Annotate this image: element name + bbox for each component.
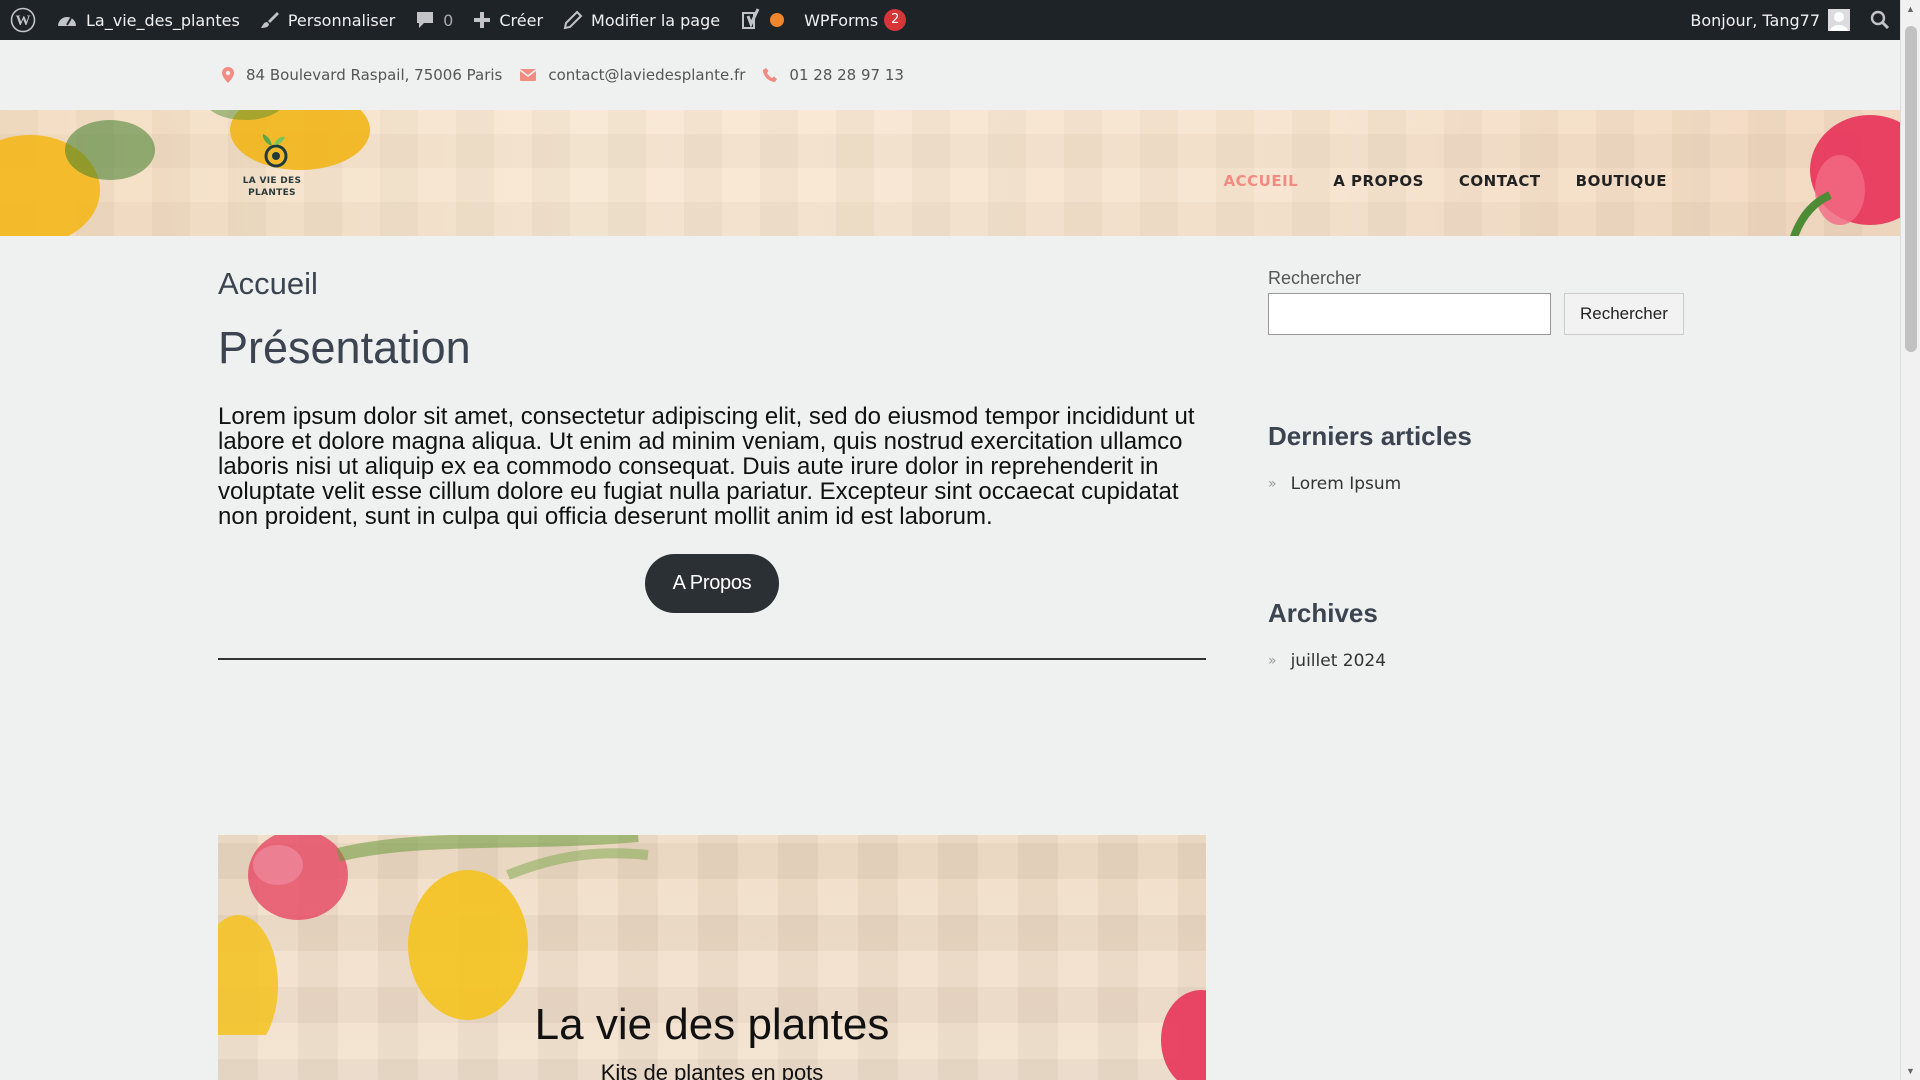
phone-item[interactable]: 01 28 28 97 13 (763, 66, 904, 84)
address-item: 84 Boulevard Raspail, 75006 Paris (222, 66, 502, 84)
pencil-icon (563, 10, 583, 30)
greeting-label: Bonjour, Tang77 (1690, 10, 1820, 30)
brush-icon (260, 10, 280, 30)
edit-page-link[interactable]: Modifier la page (553, 0, 730, 40)
admin-search-button[interactable] (1860, 0, 1900, 40)
envelope-icon (520, 69, 537, 81)
comments-link[interactable]: 0 (405, 0, 463, 40)
sidebar: Rechercher Rechercher Derniers articles … (1268, 268, 1688, 671)
logo-text: LA VIE DES PLANTES (232, 175, 312, 199)
site-name-label: La_vie_des_plantes (86, 10, 240, 30)
map-pin-icon (222, 67, 234, 83)
page-scrollbar[interactable]: ▲ ▼ (1900, 0, 1920, 1080)
recent-post-link[interactable]: Lorem Ipsum (1291, 474, 1402, 494)
recent-posts-title: Derniers articles (1268, 421, 1472, 451)
phone-text: 01 28 28 97 13 (789, 66, 904, 84)
admin-bar: W La_vie_des_plantes Personnaliser 0 Cré… (0, 0, 1900, 40)
nav-boutique[interactable]: BOUTIQUE (1576, 172, 1667, 190)
search-icon (1870, 10, 1890, 30)
yoast-icon (740, 8, 762, 32)
yoast-menu[interactable] (730, 0, 794, 40)
recent-posts-list: » Lorem Ipsum (1268, 474, 1688, 494)
plus-icon (473, 11, 491, 29)
archives-list: » juillet 2024 (1268, 651, 1688, 671)
site-logo[interactable]: LA VIE DES PLANTES (232, 134, 312, 199)
address-text: 84 Boulevard Raspail, 75006 Paris (246, 66, 503, 84)
hero-banner: La vie des plantes Kits de plantes en po… (218, 835, 1206, 1080)
hero-title: La vie des plantes (534, 1000, 890, 1049)
page-title: Accueil (218, 266, 318, 301)
list-item[interactable]: » Lorem Ipsum (1268, 474, 1688, 494)
scroll-down-arrow-icon[interactable]: ▼ (1906, 1066, 1915, 1076)
main-navigation: ACCUEIL A PROPOS CONTACT BOUTIQUE (1189, 172, 1667, 190)
status-dot-icon (770, 13, 785, 27)
email-item[interactable]: contact@laviedesplante.fr (520, 66, 745, 84)
dashboard-icon (56, 11, 78, 29)
comment-icon (415, 10, 435, 30)
search-button[interactable]: Rechercher (1564, 293, 1684, 335)
site-name-menu[interactable]: La_vie_des_plantes (46, 0, 250, 40)
chevron-right-icon: » (1268, 653, 1277, 669)
customize-link[interactable]: Personnaliser (250, 0, 405, 40)
comments-count: 0 (443, 10, 454, 30)
scroll-up-arrow-icon[interactable]: ▲ (1906, 4, 1915, 14)
archives-title: Archives (1268, 598, 1378, 628)
email-text: contact@laviedesplante.fr (548, 66, 746, 84)
search-label: Rechercher (1268, 268, 1362, 288)
presentation-paragraph: Lorem ipsum dolor sit amet, consectetur … (218, 403, 1195, 530)
wpforms-menu[interactable]: WPForms 2 (794, 0, 916, 40)
svg-text:W: W (16, 13, 31, 29)
main-content: Accueil Présentation Lorem ipsum dolor s… (218, 236, 1206, 660)
chevron-right-icon: » (1268, 476, 1277, 492)
scrollbar-thumb[interactable] (1905, 26, 1917, 352)
nav-accueil[interactable]: ACCUEIL (1224, 172, 1299, 190)
tulip-decoration-left (0, 110, 370, 236)
nav-contact[interactable]: CONTACT (1459, 172, 1541, 190)
wordpress-icon: W (10, 7, 36, 33)
wordpress-menu[interactable]: W (0, 0, 46, 40)
sprout-logo-icon (262, 134, 288, 168)
contact-bar: 84 Boulevard Raspail, 75006 Paris contac… (0, 40, 1900, 110)
logo-line-1: LA VIE DES (242, 176, 302, 186)
account-menu[interactable]: Bonjour, Tang77 (1680, 0, 1860, 40)
site-header: LA VIE DES PLANTES ACCUEIL A PROPOS CONT… (0, 110, 1900, 236)
new-label: Créer (499, 10, 544, 30)
section-title: Présentation (218, 322, 471, 373)
logo-line-2: PLANTES (248, 188, 296, 198)
phone-icon (763, 68, 778, 82)
hero-subtitle: Kits de plantes en pots (600, 1060, 824, 1080)
customize-label: Personnaliser (287, 10, 396, 30)
user-avatar-icon (1828, 9, 1850, 31)
separator (218, 658, 1206, 660)
a-propos-button[interactable]: A Propos (644, 554, 780, 613)
wpforms-label: WPForms (804, 10, 879, 30)
notification-badge: 2 (884, 9, 907, 31)
edit-page-label: Modifier la page (591, 10, 721, 30)
list-item[interactable]: » juillet 2024 (1268, 651, 1688, 671)
new-content-menu[interactable]: Créer (463, 0, 553, 40)
nav-a-propos[interactable]: A PROPOS (1333, 172, 1424, 190)
archive-link[interactable]: juillet 2024 (1291, 651, 1386, 671)
search-input[interactable] (1268, 293, 1551, 335)
tulip-decoration-right (1790, 115, 1900, 236)
